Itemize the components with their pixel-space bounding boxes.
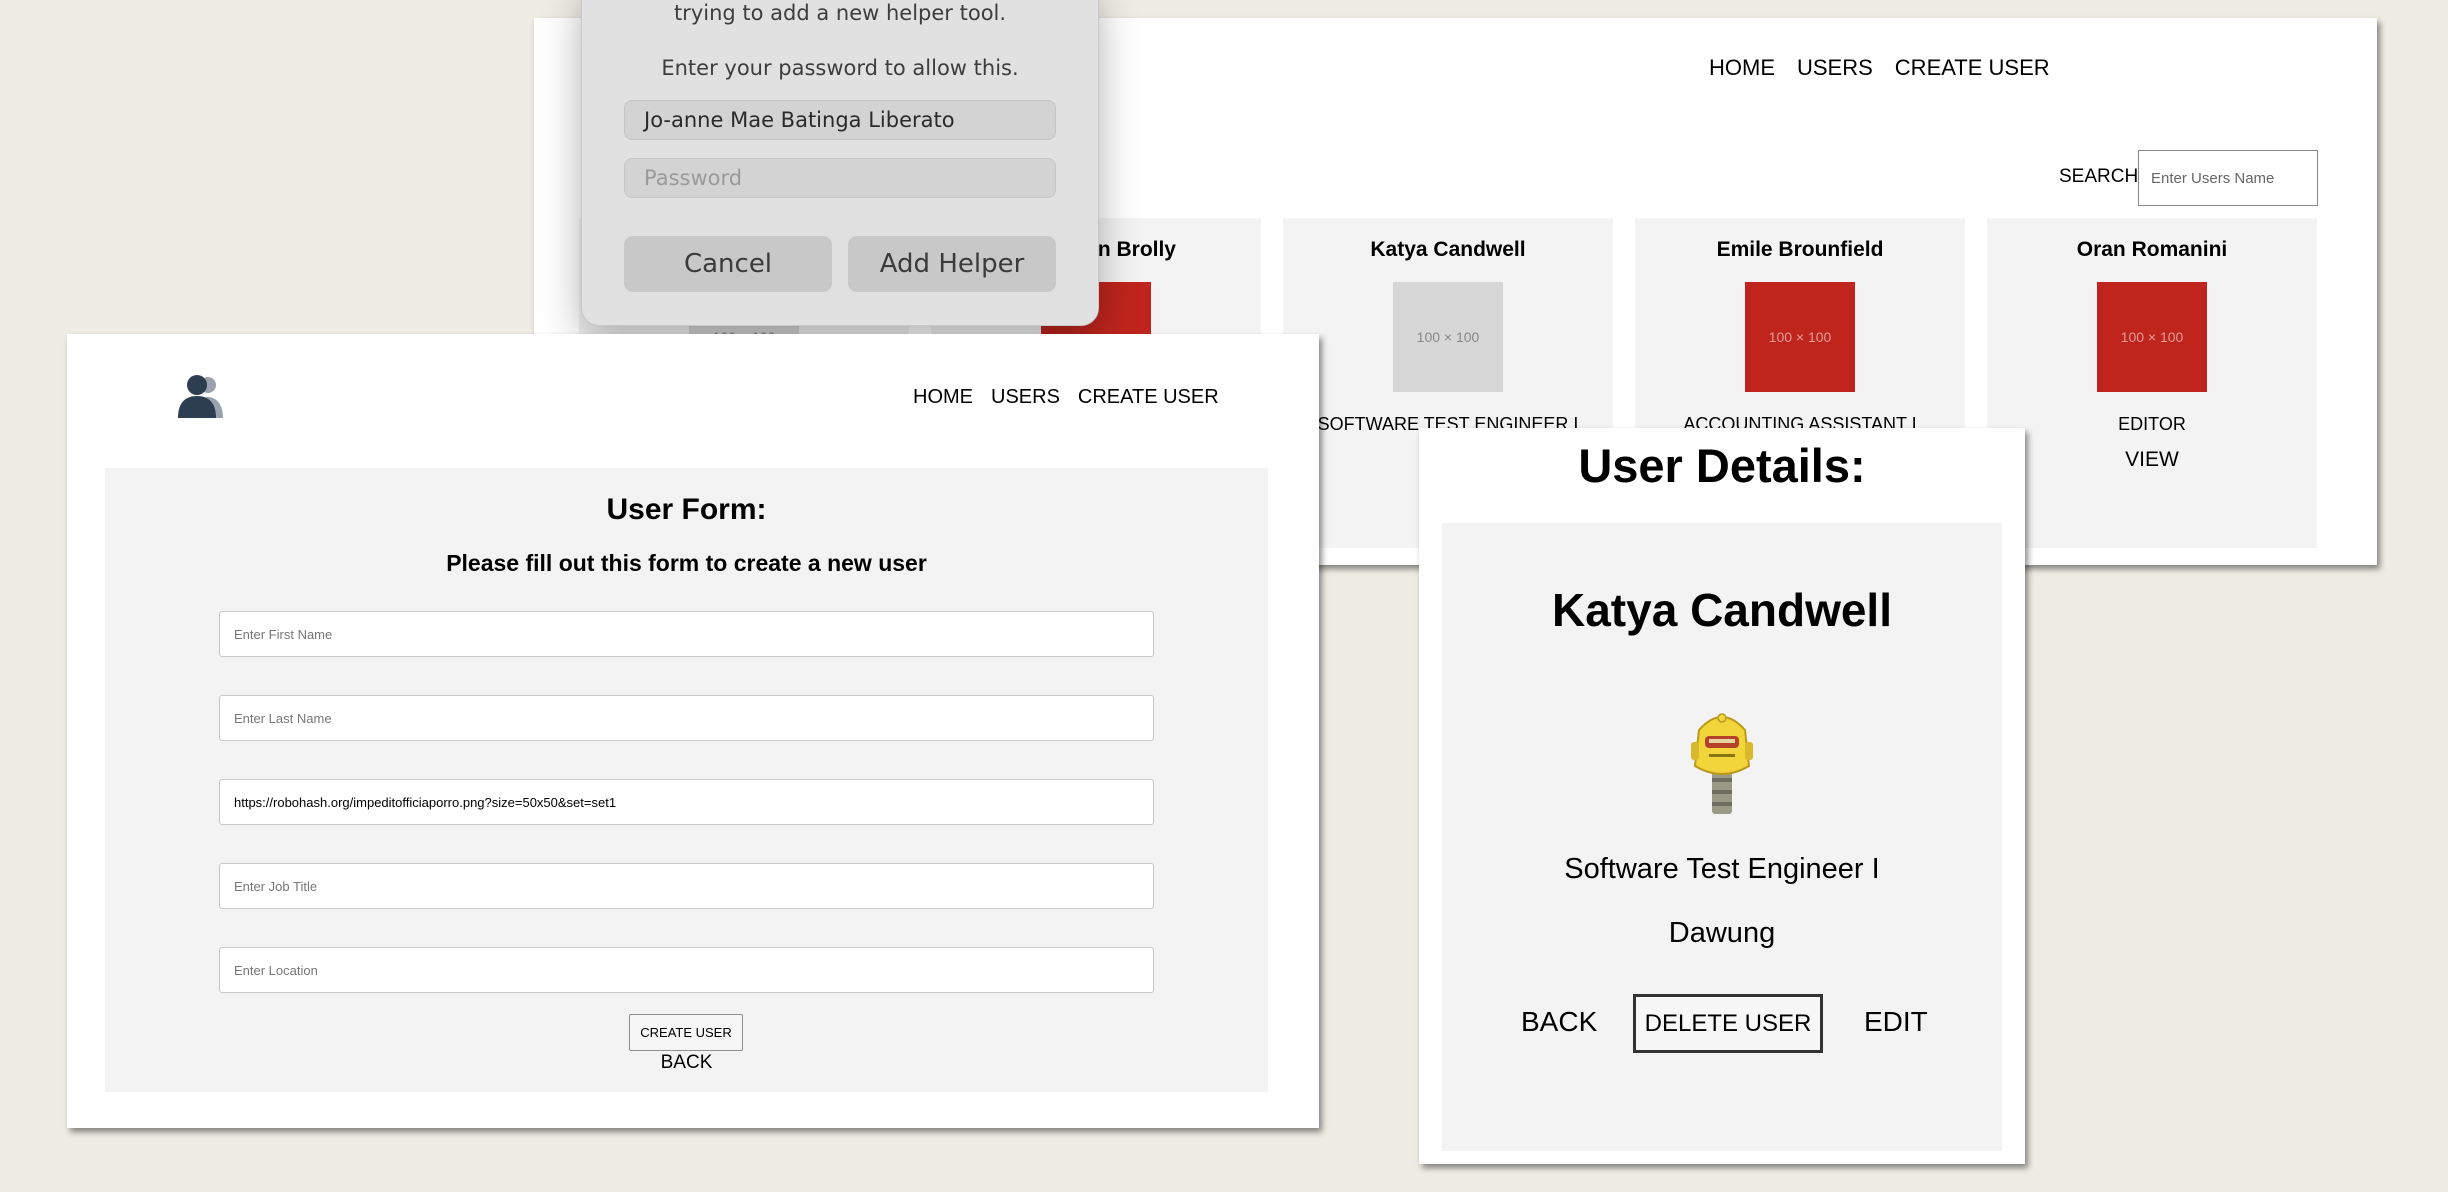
nav-home[interactable]: HOME: [1709, 55, 1775, 81]
user-card-name: Oran Romanini: [2076, 238, 2228, 261]
nav-create-user[interactable]: CREATE USER: [1895, 55, 2050, 81]
form-subtitle: Please fill out this form to create a ne…: [446, 550, 927, 576]
user-card-thumbnail: 100 × 100: [1393, 282, 1503, 392]
top-nav: HOME USERS CREATE USER: [913, 386, 1219, 409]
first-name-input[interactable]: [219, 611, 1154, 657]
back-link[interactable]: BACK: [1521, 1006, 1597, 1038]
last-name-input[interactable]: [219, 695, 1154, 741]
job-title-input[interactable]: [219, 863, 1154, 909]
create-user-button[interactable]: CREATE USER: [629, 1014, 743, 1051]
users-logo-icon[interactable]: [175, 374, 225, 418]
nav-home[interactable]: HOME: [913, 386, 973, 409]
user-name: Katya Candwell: [1552, 584, 1892, 636]
cancel-button[interactable]: Cancel: [624, 236, 832, 292]
location-input[interactable]: [219, 947, 1154, 993]
nav-create-user[interactable]: CREATE USER: [1078, 386, 1219, 409]
password-field[interactable]: Password: [624, 158, 1056, 198]
user-form-window: HOME USERS CREATE USER User Form: Please…: [67, 334, 1319, 1128]
user-details-window: User Details: Katya Candwell Software Te…: [1419, 428, 2025, 1164]
user-job-title: Software Test Engineer I: [1564, 853, 1880, 885]
form-title: User Form:: [606, 493, 767, 526]
add-helper-button[interactable]: Add Helper: [848, 236, 1056, 292]
nav-users[interactable]: USERS: [991, 386, 1060, 409]
user-card-name: Katya Candwell: [1370, 238, 1526, 261]
search-input[interactable]: [2138, 150, 2318, 206]
thumbnail-size-label: 100 × 100: [1768, 329, 1832, 345]
user-details-panel: Katya Candwell Software Test Engineer I …: [1442, 523, 2002, 1151]
user-card-title: EDITOR: [2118, 414, 2186, 434]
view-link[interactable]: VIEW: [1987, 448, 2317, 472]
robot-avatar-icon: [1691, 713, 1753, 814]
dialog-message: trying to add a new helper tool.: [673, 1, 1007, 25]
details-heading: User Details:: [1578, 439, 1866, 492]
delete-user-button[interactable]: DELETE USER: [1633, 994, 1823, 1053]
user-card-thumbnail: 100 × 100: [1745, 282, 1855, 392]
avatar-url-input[interactable]: [219, 779, 1154, 825]
user-location: Dawung: [1668, 917, 1776, 949]
thumbnail-size-label: 100 × 100: [2120, 329, 2184, 345]
dialog-prompt: Enter your password to allow this.: [661, 56, 1019, 80]
user-card-name: Emile Brounfield: [1716, 238, 1884, 261]
search-label: SEARCH: [2059, 166, 2139, 187]
back-link[interactable]: BACK: [105, 1052, 1268, 1074]
username-field[interactable]: Jo-anne Mae Batinga Liberato: [624, 100, 1056, 140]
user-card: Oran Romanini 100 × 100 EDITOR VIEW: [1987, 218, 2317, 548]
thumbnail-size-label: 100 × 100: [1416, 329, 1480, 345]
nav-users[interactable]: USERS: [1797, 55, 1873, 81]
edit-link[interactable]: EDIT: [1864, 1006, 1928, 1038]
user-form-panel: User Form: Please fill out this form to …: [105, 468, 1268, 1092]
user-card-thumbnail: 100 × 100: [2097, 282, 2207, 392]
add-helper-dialog: trying to add a new helper tool. Enter y…: [581, 0, 1099, 326]
top-nav: HOME USERS CREATE USER: [1709, 55, 2050, 81]
